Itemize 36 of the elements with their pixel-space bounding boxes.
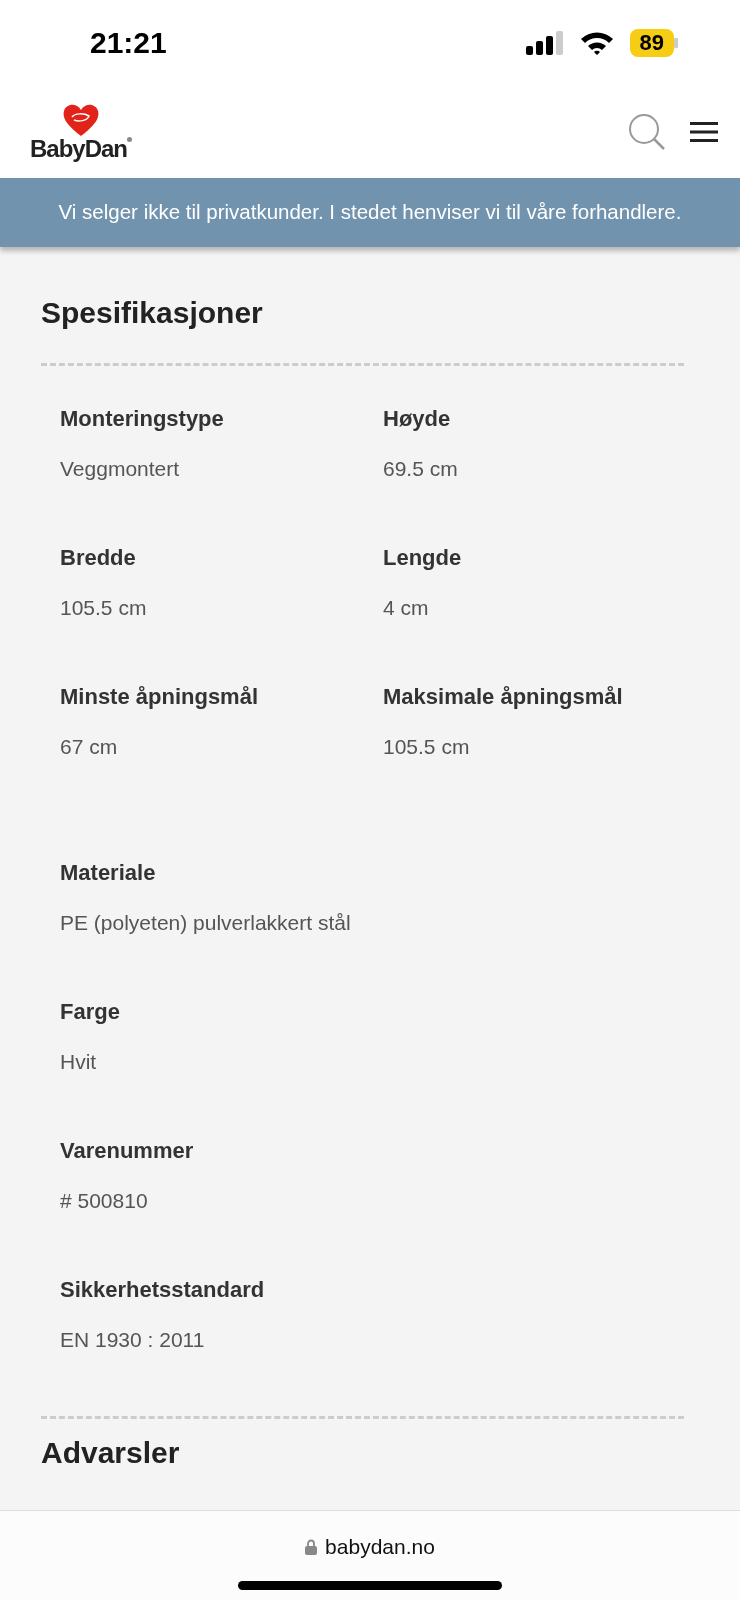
- battery-tip-icon: [674, 37, 678, 48]
- signal-icon: [525, 30, 564, 55]
- wifi-icon: [579, 30, 614, 55]
- heart-logo-icon: [62, 102, 100, 137]
- menu-icon[interactable]: [690, 120, 718, 143]
- spec-label: Sikkerhetsstandard: [60, 1276, 266, 1304]
- spec-label: Varenummer: [60, 1137, 195, 1165]
- spec-value: 69.5 cm: [383, 456, 459, 482]
- section-title: Advarsler: [41, 1434, 181, 1471]
- spec-label: Materiale: [60, 859, 157, 887]
- spec-label: Maksimale åpningsmål: [383, 683, 624, 711]
- home-indicator[interactable]: [238, 1580, 502, 1590]
- spec-value: PE (polyeten) pulverlakkert stål: [60, 910, 352, 936]
- spec-label: Farge: [60, 998, 121, 1026]
- search-icon[interactable]: [628, 112, 666, 151]
- spec-value: EN 1930 : 2011: [60, 1327, 206, 1353]
- logo-text: BabyDan: [30, 136, 127, 161]
- spec-value: 67 cm: [60, 734, 119, 760]
- spec-value: Hvit: [60, 1049, 98, 1075]
- spec-value: 105.5 cm: [60, 595, 148, 621]
- spec-label: Monteringstype: [60, 405, 225, 433]
- url-text[interactable]: babydan.no: [325, 1531, 435, 1563]
- battery-level: 89: [629, 28, 674, 57]
- trademark-dot-icon: [127, 136, 132, 142]
- notice-banner: Vi selger ikke til privatkunder. I stedet henviser vi til våre forhandlere.: [0, 178, 740, 247]
- spec-value: Veggmontert: [60, 456, 181, 482]
- spec-label: Høyde: [383, 405, 452, 433]
- spec-label: Bredde: [60, 544, 137, 572]
- section-title: Spesifikasjoner: [41, 294, 264, 331]
- status-time: 21:21: [90, 25, 167, 61]
- spec-label: Lengde: [383, 544, 463, 572]
- spec-value: 4 cm: [383, 595, 430, 621]
- spec-value: 105.5 cm: [383, 734, 471, 760]
- lock-icon: [305, 1538, 318, 1555]
- spec-value: # 500810: [60, 1188, 149, 1214]
- spec-label: Minste åpningsmål: [60, 683, 260, 711]
